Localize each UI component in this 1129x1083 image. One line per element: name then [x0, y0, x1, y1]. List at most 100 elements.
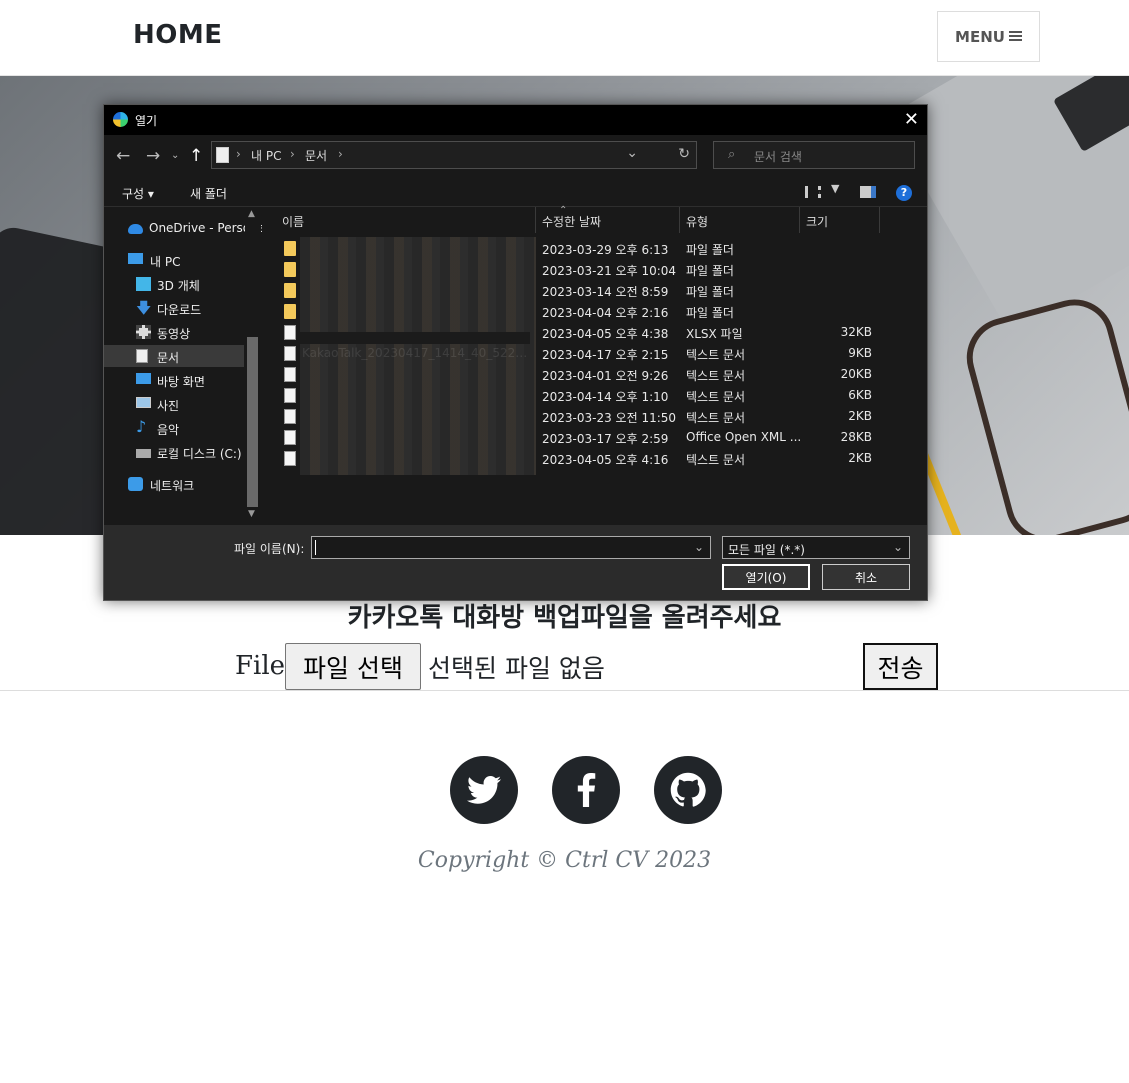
file-icon	[284, 451, 296, 466]
breadcrumb-separator-icon: ›	[338, 147, 343, 161]
nav-item-music[interactable]: ♪ 음악	[104, 417, 244, 439]
recent-locations-chevron-icon[interactable]: ⌄	[171, 150, 179, 161]
nav-item-this-pc[interactable]: 내 PC	[104, 249, 244, 271]
nav-item-desktop[interactable]: 바탕 화면	[104, 369, 244, 391]
column-header-name[interactable]: 이름	[276, 207, 536, 233]
desktop-icon	[136, 373, 151, 384]
social-links	[0, 756, 1129, 824]
preview-pane-icon[interactable]	[860, 186, 876, 198]
menu-label: MENU	[955, 27, 1005, 46]
file-type: 파일 폴더	[686, 285, 734, 299]
up-arrow-icon[interactable]: ↑	[189, 146, 203, 166]
hero-glasses-shape	[957, 290, 1129, 535]
nav-item-pictures[interactable]: 사진	[104, 393, 244, 415]
search-box[interactable]: ⌕ 문서 검색	[713, 141, 915, 169]
twitter-link[interactable]	[450, 756, 518, 824]
column-label: 크기	[806, 215, 829, 229]
column-header-size[interactable]: 크기	[800, 207, 880, 233]
cancel-button[interactable]: 취소	[822, 564, 910, 590]
dialog-titlebar[interactable]: 열기 ✕	[104, 105, 927, 135]
no-file-status: 선택된 파일 없음	[428, 654, 605, 683]
video-icon	[136, 325, 151, 339]
file-size: 6KB	[848, 388, 872, 402]
filetype-select[interactable]: 모든 파일 (*.*) ⌄	[722, 536, 910, 559]
file-type: 텍스트 문서	[686, 390, 746, 404]
facebook-link[interactable]	[552, 756, 620, 824]
file-type: 텍스트 문서	[686, 348, 746, 362]
file-date: 2023-03-29 오후 6:13	[542, 243, 669, 257]
file-type: 파일 폴더	[686, 243, 734, 257]
file-type: Office Open XML ...	[686, 430, 802, 444]
text-caret	[315, 540, 316, 555]
top-navbar: HOME MENU	[0, 0, 1129, 76]
nav-item-local-disk[interactable]: 로컬 디스크 (C:)	[104, 441, 244, 463]
filename-label: 파일 이름(N):	[234, 542, 305, 556]
back-arrow-icon[interactable]: ←	[116, 146, 130, 166]
filename-input[interactable]: ⌄	[311, 536, 711, 559]
file-icon	[284, 409, 296, 424]
file-date: 2023-04-14 오후 1:10	[542, 390, 669, 404]
menu-button[interactable]: MENU	[937, 11, 1040, 62]
file-type: 텍스트 문서	[686, 453, 746, 467]
hamburger-icon	[1008, 31, 1022, 42]
breadcrumb-documents[interactable]: 문서	[305, 147, 327, 164]
facebook-icon	[577, 773, 596, 807]
address-dropdown-icon[interactable]: ⌄	[626, 145, 638, 161]
filename-dropdown-icon[interactable]: ⌄	[694, 540, 704, 554]
dialog-navigation-bar: ← → ⌄ ↑ › 내 PC › 문서 › ⌄ ↻ ⌕ 문서 검색	[104, 135, 927, 177]
nav-item-downloads[interactable]: 🡇 다운로드	[104, 297, 244, 319]
nav-label: 문서	[157, 351, 180, 365]
organize-button[interactable]: 구성 ▾	[122, 185, 154, 202]
file-date: 2023-04-17 오후 2:15	[542, 348, 669, 362]
scrollbar-thumb[interactable]	[247, 337, 258, 507]
file-icon	[284, 325, 296, 340]
refresh-icon[interactable]: ↻	[678, 146, 690, 162]
redacted-file-names	[300, 237, 536, 475]
forward-arrow-icon[interactable]: →	[146, 146, 160, 166]
file-type: 파일 폴더	[686, 306, 734, 320]
search-placeholder: 문서 검색	[754, 150, 802, 164]
close-icon[interactable]: ✕	[904, 109, 919, 130]
new-folder-button[interactable]: 새 폴더	[190, 185, 227, 202]
address-bar[interactable]: › 내 PC › 문서 › ⌄ ↻	[211, 141, 697, 169]
nav-label: 바탕 화면	[157, 375, 205, 389]
nav-label: 3D 개체	[157, 279, 200, 293]
file-size: 2KB	[848, 409, 872, 423]
choose-file-button[interactable]: 파일 선택	[285, 643, 421, 690]
column-label: 유형	[686, 215, 709, 229]
submit-button[interactable]: 전송	[863, 643, 938, 690]
upload-heading: 카카오톡 대화방 백업파일을 올려주세요	[347, 603, 782, 633]
folder-icon	[284, 262, 296, 277]
upload-form: File: 파일 선택 선택된 파일 없음 전송	[0, 643, 1129, 691]
column-header-type[interactable]: 유형	[680, 207, 800, 233]
brand-home-link[interactable]: HOME	[133, 20, 223, 50]
file-size: 28KB	[840, 430, 872, 444]
breadcrumb-this-pc[interactable]: 내 PC	[251, 147, 281, 164]
help-icon[interactable]: ?	[896, 185, 912, 201]
open-button[interactable]: 열기(O)	[722, 564, 810, 590]
file-date: 2023-04-05 오후 4:38	[542, 327, 669, 341]
documents-folder-icon	[216, 147, 229, 163]
app-icon	[113, 112, 128, 127]
cloud-icon	[128, 224, 143, 234]
column-header-date[interactable]: 수정한 날짜	[536, 207, 680, 233]
nav-item-onedrive[interactable]: OneDrive - Personal	[104, 217, 268, 239]
nav-item-network[interactable]: 네트워크	[104, 473, 244, 495]
file-type: XLSX 파일	[686, 327, 743, 341]
nav-item-videos[interactable]: 동영상	[104, 321, 244, 343]
music-icon: ♪	[136, 417, 147, 436]
github-link[interactable]	[654, 756, 722, 824]
scroll-down-icon[interactable]: ▼	[248, 509, 255, 519]
view-dropdown-icon[interactable]: ▼	[831, 182, 839, 195]
nav-label: 동영상	[157, 327, 191, 341]
filetype-value: 모든 파일 (*.*)	[728, 543, 805, 557]
nav-item-3d-objects[interactable]: 3D 개체	[104, 273, 244, 295]
open-file-dialog: 열기 ✕ ← → ⌄ ↑ › 내 PC › 문서 › ⌄ ↻ ⌕ 문서 검색 구…	[103, 104, 928, 601]
navigation-scrollbar[interactable]: ▲ ▼	[245, 207, 261, 525]
file-date: 2023-04-04 오후 2:16	[542, 306, 669, 320]
dialog-footer: 파일 이름(N): ⌄ 모든 파일 (*.*) ⌄ 열기(O) 취소	[104, 525, 927, 600]
view-options-icon[interactable]	[805, 186, 821, 198]
nav-item-documents[interactable]: 문서	[104, 345, 244, 367]
scroll-up-icon[interactable]: ▲	[248, 209, 255, 219]
nav-label: 사진	[157, 399, 180, 413]
